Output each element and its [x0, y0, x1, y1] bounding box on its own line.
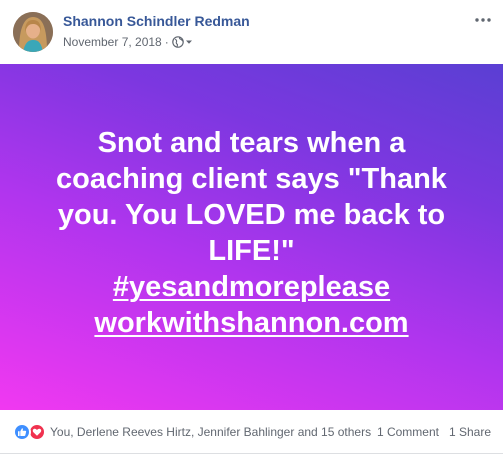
website-link[interactable]: workwithshannon.com [42, 305, 462, 341]
card-text: Snot and tears when a coaching client sa… [42, 125, 462, 341]
more-horizontal-icon [475, 18, 491, 22]
like-thumb-glyph [18, 428, 27, 436]
avatar-photo [13, 12, 53, 52]
author-avatar[interactable] [13, 12, 53, 52]
meta-separator: · [164, 35, 169, 49]
card-text-line: you. You LOVED me back to [57, 199, 446, 231]
heart-glyph [32, 428, 42, 436]
card-text-line: Snot and tears when a [97, 127, 406, 159]
colored-text-card: Snot and tears when a coaching client sa… [0, 64, 503, 410]
hashtag-link[interactable]: #yesandmoreplease [42, 269, 462, 305]
post-meta: November 7, 2018 · [63, 35, 194, 49]
post-options-button[interactable] [473, 10, 493, 30]
feed-post: Shannon Schindler Redman November 7, 201… [0, 0, 503, 454]
post-date[interactable]: November 7, 2018 [63, 35, 162, 49]
reactions-summary[interactable]: You, Derlene Reeves Hirtz, Jennifer Bahl… [50, 425, 371, 439]
globe-icon [171, 36, 184, 48]
engagement-counts: 1 Comment 1 Share [377, 425, 491, 439]
like-icon [13, 423, 31, 441]
shares-count[interactable]: 1 Share [449, 425, 491, 439]
card-text-line: coaching client says "Thank [56, 163, 447, 195]
author-name[interactable]: Shannon Schindler Redman [63, 13, 250, 29]
post-header: Shannon Schindler Redman November 7, 201… [0, 0, 503, 64]
post-footer: You, Derlene Reeves Hirtz, Jennifer Bahl… [0, 410, 503, 454]
reaction-icons[interactable] [13, 423, 46, 441]
comments-count[interactable]: 1 Comment [377, 425, 439, 439]
privacy-selector[interactable] [171, 36, 194, 48]
chevron-down-icon [185, 40, 192, 44]
card-text-line: LIFE!" [208, 235, 295, 267]
